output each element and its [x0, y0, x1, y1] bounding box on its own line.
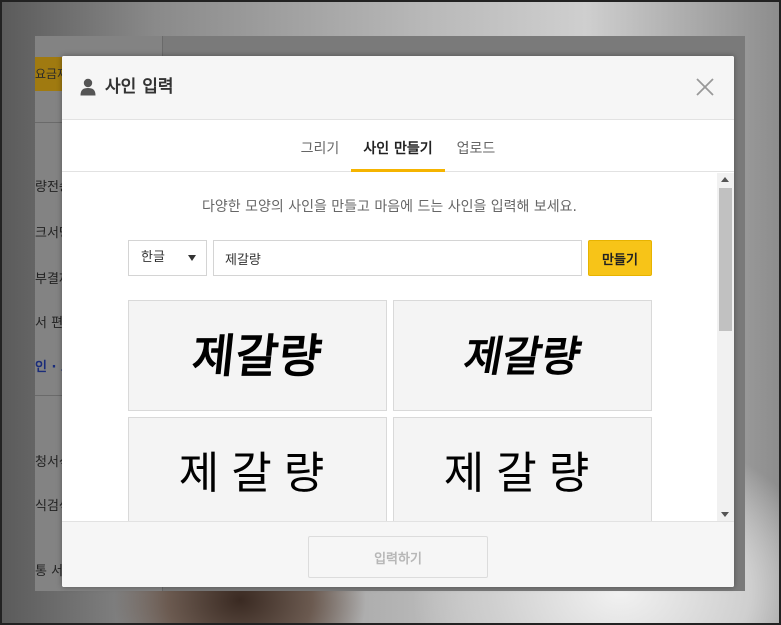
user-icon — [80, 78, 96, 96]
background-menu-item: 량전송 — [35, 180, 63, 195]
create-signature-panel: 다양한 모양의 사인을 만들고 마음에 드는 사인을 입력해 보세요. 한글 만… — [62, 173, 734, 521]
modal-title: 사인 입력 — [105, 77, 174, 97]
signature-text: 제갈량 — [189, 329, 326, 383]
modal-header: 사인 입력 — [62, 56, 734, 120]
description-text: 다양한 모양의 사인을 만들고 마음에 드는 사인을 입력해 보세요. — [202, 199, 577, 215]
background-menu-item: 통 서 — [35, 564, 63, 579]
signature-option[interactable]: 제갈량 — [393, 300, 652, 411]
tab-bar: 그리기 사인 만들기 업로드 — [62, 121, 734, 172]
signature-option[interactable]: 제갈량 — [128, 417, 387, 521]
signature-text: 제갈량 — [443, 448, 602, 499]
tab-draw[interactable]: 그리기 — [300, 139, 340, 172]
tab-upload[interactable]: 업로드 — [454, 139, 498, 172]
background-menu-item: 서 편 — [35, 316, 63, 331]
tab-create-signature[interactable]: 사인 만들기 — [351, 139, 445, 172]
language-select-value: 한글 — [141, 250, 165, 265]
background-menu-item: 청서식 — [35, 455, 63, 470]
scroll-down-arrow-icon[interactable] — [721, 512, 729, 517]
signature-option[interactable]: 제갈량 — [393, 417, 652, 521]
signature-text: 제갈량 — [178, 448, 337, 499]
language-select[interactable]: 한글 — [128, 240, 207, 276]
background-divider — [35, 395, 63, 396]
background-menu-item: 부결제 — [35, 272, 63, 287]
background-divider — [35, 122, 63, 123]
background-menu-item: 식검색 — [35, 499, 63, 514]
background-menu-item: 인 · 도 — [35, 360, 63, 375]
scroll-thumb[interactable] — [719, 188, 732, 331]
make-button[interactable]: 만들기 — [588, 240, 652, 276]
caret-down-icon — [188, 255, 196, 261]
signature-text: 제갈량 — [460, 332, 585, 381]
signature-option[interactable]: 제갈량 — [128, 300, 387, 411]
modal-footer: 입력하기 — [62, 521, 734, 587]
name-input[interactable] — [213, 240, 582, 276]
scrollbar[interactable] — [717, 173, 734, 521]
scroll-up-arrow-icon[interactable] — [721, 177, 729, 182]
background-menu-item: 크서명 — [35, 226, 63, 241]
close-icon[interactable] — [694, 76, 716, 98]
signature-input-modal: 사인 입력 그리기 사인 만들기 업로드 다양한 모양의 사인을 만들고 마음에… — [62, 56, 734, 587]
submit-button[interactable]: 입력하기 — [308, 536, 488, 578]
